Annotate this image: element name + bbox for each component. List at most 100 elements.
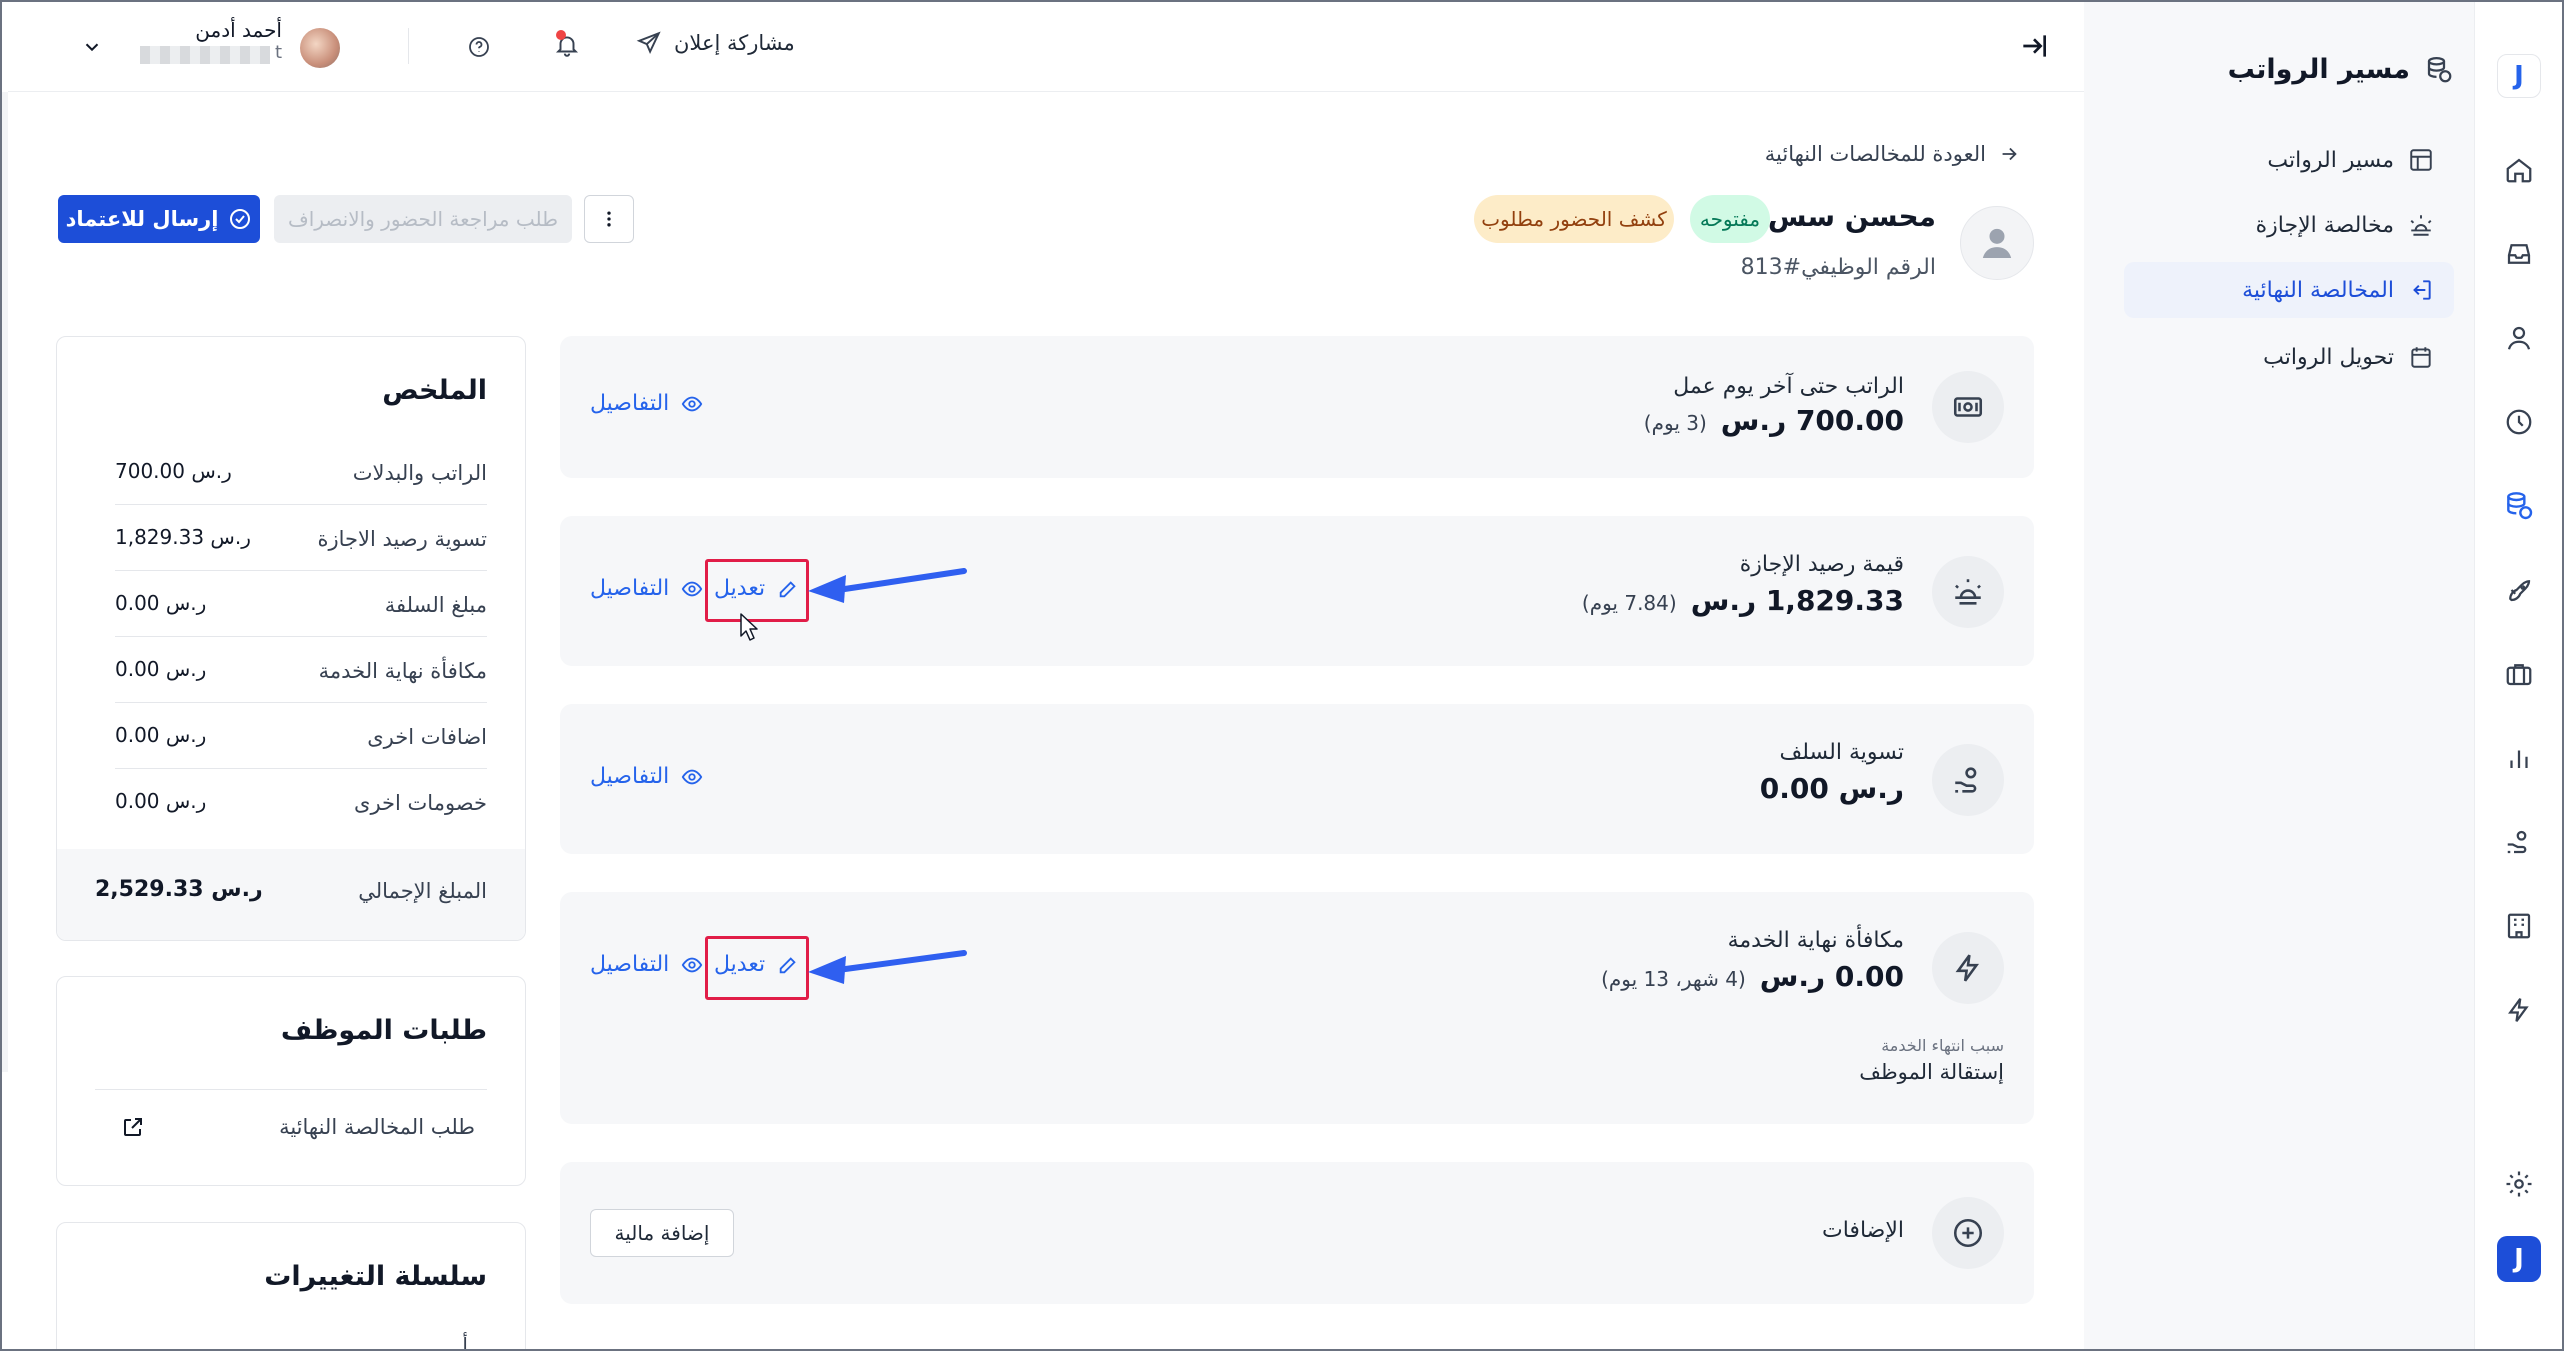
employee-avatar [1960, 206, 2034, 280]
additions-card-title: الإضافات [1822, 1218, 1904, 1243]
summary-total-value: 2,529.33 ر.س [95, 877, 263, 902]
sidebar-item-payroll[interactable]: مسير الرواتب [2124, 132, 2454, 188]
summary-row-salary: الراتب والبدلات 700.00 ر.س [115, 439, 487, 505]
payroll-icon [2424, 55, 2454, 85]
summary-row-label: مبلغ السلفة [384, 593, 487, 617]
home-icon[interactable] [2497, 148, 2541, 192]
summary-row-value: 0.00 ر.س [115, 723, 207, 747]
summary-row-label: اضافات اخرى [367, 725, 487, 749]
table-icon [2408, 147, 2434, 173]
advances-details-link[interactable]: التفاصيل [590, 764, 703, 789]
rocket-icon[interactable] [2497, 568, 2541, 612]
user-name: أحمد أدمن [195, 18, 282, 42]
sidebar-item-label: المخالصة النهائية [2242, 277, 2394, 303]
eos-details-link[interactable]: التفاصيل [590, 952, 703, 977]
eos-card-amount: 0.00 ر.س [1759, 960, 1904, 993]
sidebar-item-final-settlement[interactable]: المخالصة النهائية [2124, 262, 2454, 318]
help-icon[interactable] [465, 33, 493, 61]
employee-name: محسن سس [1767, 200, 1936, 233]
summary-row-value: 700.00 ر.س [115, 459, 232, 483]
more-vertical-icon [599, 209, 619, 229]
user-menu[interactable]: أحمد أدمن t [70, 14, 340, 78]
employee-requests-title: طلبات الموظف [280, 1015, 487, 1046]
salary-card-title: الراتب حتى آخر يوم عمل [1673, 374, 1904, 399]
chevron-down-icon[interactable] [78, 33, 106, 61]
summary-row-value: 0.00 ر.س [115, 789, 207, 813]
leave-card-title: قيمة رصيد الإجازة [1739, 552, 1904, 577]
details-label: التفاصيل [590, 952, 670, 977]
chart-icon[interactable] [2497, 736, 2541, 780]
leave-card-days: (7.84 يوم) [1581, 591, 1677, 615]
final-settlement-request-item[interactable]: طلب المخالصة النهائية [95, 1103, 487, 1151]
bolt-icon [1932, 932, 2004, 1004]
request-item-label: طلب المخالصة النهائية [279, 1115, 475, 1139]
user-subtitle: t [274, 42, 282, 63]
header-divider [408, 28, 409, 64]
back-link[interactable]: العودة للمخالصات النهائية [1765, 142, 2020, 166]
changes-card: سلسلة التغييرات أ... [56, 1222, 526, 1351]
send-for-approval-button[interactable]: إرسال للاعتماد [58, 195, 260, 243]
eos-reason-label: سبب انتهاء الخدمة [1881, 1036, 2004, 1055]
settings-gear-icon[interactable] [2497, 1162, 2541, 1206]
sunset-icon [2408, 212, 2434, 238]
plus-circle-icon[interactable] [1932, 1197, 2004, 1269]
summary-row-eos: مكافأة نهاية الخدمة 0.00 ر.س [115, 637, 487, 703]
sidebar-item-leave-settlement[interactable]: مخالصة الإجازة [2124, 197, 2454, 253]
add-financial-button[interactable]: إضافة مالية [590, 1209, 734, 1257]
calendar-icon [2408, 344, 2434, 370]
sidebar-title: مسير الرواتب [2227, 54, 2410, 85]
scrollbar[interactable] [0, 92, 8, 1072]
clock-icon[interactable] [2497, 400, 2541, 444]
sidebar-item-salary-transfer[interactable]: تحويل الرواتب [2124, 329, 2454, 385]
salary-card-amount: 700.00 ر.س [1720, 404, 1904, 437]
collapse-sidebar-icon[interactable] [2016, 28, 2052, 64]
hand-coin-icon[interactable] [2497, 820, 2541, 864]
app-logo-icon[interactable]: J [2497, 54, 2541, 98]
briefcase-icon[interactable] [2497, 652, 2541, 696]
leave-card-amount-row: 1,829.33 ر.س (7.84 يوم) [1582, 584, 1904, 617]
summary-row-label: الراتب والبدلات [352, 461, 487, 485]
bolt-icon[interactable] [2497, 988, 2541, 1032]
attendance-badge: كشف الحضور مطلوب [1474, 195, 1674, 243]
eye-icon [681, 578, 703, 600]
add-financial-label: إضافة مالية [614, 1221, 710, 1245]
eye-icon [681, 954, 703, 976]
user-icon[interactable] [2497, 316, 2541, 360]
sidebar-item-label: مسير الرواتب [2267, 147, 2394, 173]
send-for-approval-label: إرسال للاعتماد [65, 207, 219, 231]
building-icon[interactable] [2497, 904, 2541, 948]
back-link-label: العودة للمخالصات النهائية [1764, 142, 1986, 166]
salary-details-link[interactable]: التفاصيل [590, 391, 703, 416]
details-label: التفاصيل [590, 764, 670, 789]
eos-card-title: مكافأة نهاية الخدمة [1727, 928, 1904, 953]
details-label: التفاصيل [590, 391, 670, 416]
share-announcement-button[interactable]: مشاركة إعلان [636, 30, 795, 56]
summary-row-label: مكافأة نهاية الخدمة [318, 659, 487, 683]
annotation-highlight-box [705, 936, 809, 1000]
annotation-arrow [808, 568, 967, 603]
more-options-button[interactable] [584, 195, 634, 243]
bell-icon[interactable] [552, 30, 582, 60]
employee-requests-divider [95, 1089, 487, 1090]
payroll-icon[interactable] [2497, 484, 2541, 528]
brand-logo-icon[interactable]: J [2497, 1236, 2541, 1282]
request-attendance-review-button[interactable]: طلب مراجعة الحضور والانصراف [274, 195, 572, 243]
eos-card-amount-row: 0.00 ر.س (4 شهر، 13 يوم) [1601, 960, 1904, 993]
summary-total-label: المبلغ الإجمالي [358, 879, 487, 903]
summary-row-advance: مبلغ السلفة 0.00 ر.س [115, 571, 487, 637]
summary-row-leave: تسوية رصيد الاجازة 1,829.33 ر.س [115, 505, 487, 571]
avatar [300, 28, 340, 68]
employee-id: الرقم الوظيفي#813 [1740, 255, 1936, 280]
summary-row-additions: اضافات اخرى 0.00 ر.س [115, 703, 487, 769]
advances-card-amount: 0.00 ر.س [1759, 772, 1904, 805]
summary-row-value: 0.00 ر.س [115, 591, 207, 615]
summary-row-value: 1,829.33 ر.س [115, 525, 251, 549]
inbox-icon[interactable] [2497, 232, 2541, 276]
summary-row-label: خصومات اخرى [354, 791, 487, 815]
end-of-service-card: مكافأة نهاية الخدمة 0.00 ر.س (4 شهر، 13 … [560, 892, 2034, 1124]
external-link-icon[interactable] [121, 1115, 145, 1139]
changes-partial-text: أ... [462, 1333, 487, 1351]
leave-details-link[interactable]: التفاصيل [590, 576, 703, 601]
eos-card-duration: (4 شهر، 13 يوم) [1601, 967, 1746, 991]
salary-card-days: (3 يوم) [1643, 411, 1707, 435]
